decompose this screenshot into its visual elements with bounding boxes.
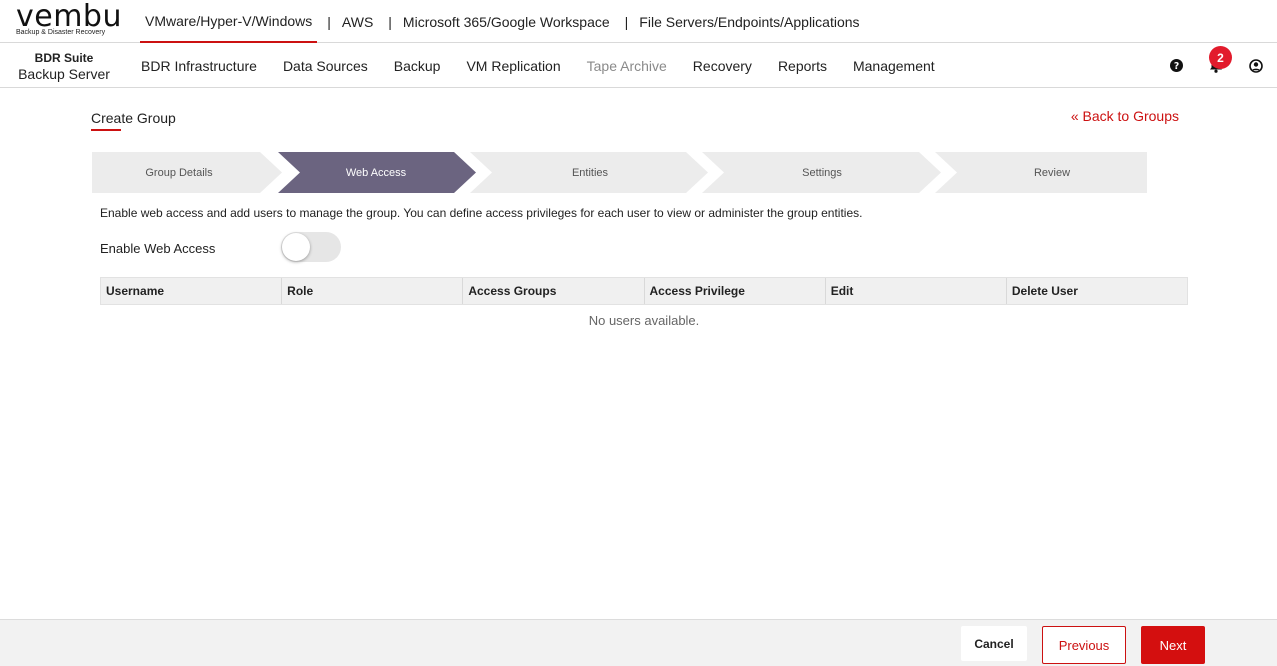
vembu-logo[interactable]: vembu Backup & Disaster Recovery [16, 2, 122, 40]
step-review[interactable]: Review [947, 152, 1157, 193]
users-table-header: Username Role Access Groups Access Privi… [100, 277, 1188, 305]
enable-web-access-label: Enable Web Access [100, 241, 216, 256]
notification-count-badge: 2 [1209, 46, 1232, 69]
main-menu: BDR Infrastructure Data Sources Backup V… [128, 43, 948, 88]
product-bar: vembu Backup & Disaster Recovery VMware/… [0, 0, 1277, 43]
step-entities[interactable]: Entities [482, 152, 698, 193]
help-icon[interactable]: ? [1167, 57, 1185, 75]
step-group-details[interactable]: Group Details [92, 152, 266, 193]
product-separator: | [388, 13, 392, 30]
main-menu-bar: BDR Suite Backup Server BDR Infrastructu… [0, 43, 1277, 88]
column-header-delete-user[interactable]: Delete User [1007, 278, 1187, 304]
column-header-edit[interactable]: Edit [826, 278, 1007, 304]
suite-name: BDR Suite Backup Server [14, 50, 114, 82]
menu-bdr-infrastructure[interactable]: BDR Infrastructure [128, 58, 270, 74]
menu-management[interactable]: Management [840, 58, 948, 74]
product-tab-aws[interactable]: AWS [337, 0, 378, 43]
cancel-button[interactable]: Cancel [961, 626, 1027, 661]
logo-wordmark: vembu [16, 0, 122, 34]
svg-text:?: ? [1173, 61, 1178, 72]
previous-button[interactable]: Previous [1042, 626, 1126, 664]
back-to-groups-link[interactable]: « Back to Groups [1071, 108, 1179, 124]
logo-tagline: Backup & Disaster Recovery [16, 29, 106, 36]
empty-table-message: No users available. [588, 313, 700, 328]
column-header-role[interactable]: Role [282, 278, 464, 304]
toggle-knob [282, 233, 310, 261]
next-button[interactable]: Next [1141, 626, 1205, 664]
wizard-stepper: Group Details Web Access Entities Settin… [92, 152, 1147, 193]
enable-web-access-toggle[interactable] [281, 232, 341, 262]
menu-recovery[interactable]: Recovery [680, 58, 765, 74]
web-access-description: Enable web access and add users to manag… [100, 206, 863, 220]
column-header-access-groups[interactable]: Access Groups [463, 278, 645, 304]
page-title: Create Group [91, 110, 176, 126]
product-tab-vmware[interactable]: VMware/Hyper-V/Windows [140, 0, 318, 43]
product-separator: | [624, 13, 629, 30]
product-separator: | [327, 13, 331, 30]
menu-backup[interactable]: Backup [381, 58, 454, 74]
product-nav: VMware/Hyper-V/Windows | AWS | Microsoft… [140, 0, 865, 43]
menu-reports[interactable]: Reports [765, 58, 840, 74]
product-tab-m365[interactable]: Microsoft 365/Google Workspace [398, 0, 615, 43]
menu-data-sources[interactable]: Data Sources [270, 58, 381, 74]
menu-tape-archive: Tape Archive [586, 57, 667, 74]
step-settings[interactable]: Settings [714, 152, 930, 193]
page-title-underline [91, 129, 121, 131]
wizard-footer: Cancel Previous Next [0, 619, 1277, 666]
product-tab-file-servers[interactable]: File Servers/Endpoints/Applications [634, 0, 864, 43]
user-icon[interactable] [1247, 57, 1265, 75]
users-table: Username Role Access Groups Access Privi… [100, 277, 1188, 328]
column-header-access-privilege[interactable]: Access Privilege [645, 278, 826, 304]
menu-vm-replication[interactable]: VM Replication [453, 58, 573, 74]
suite-line1: BDR Suite [34, 51, 94, 65]
step-web-access[interactable]: Web Access [288, 152, 464, 193]
suite-line2: Backup Server [18, 66, 110, 82]
column-header-username[interactable]: Username [101, 278, 283, 304]
